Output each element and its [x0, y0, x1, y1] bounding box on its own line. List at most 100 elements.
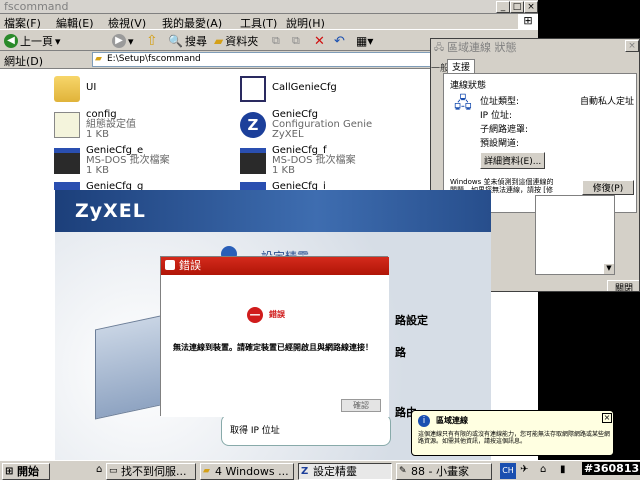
error-titlebar[interactable]: 錯誤: [161, 257, 389, 275]
folder-icon: ▰: [203, 466, 210, 476]
file-name: UI: [86, 82, 97, 93]
file-item[interactable]: Z GenieCfg Configuration Genie ZyXEL: [240, 110, 430, 142]
views-icon[interactable]: ▦▾: [356, 33, 373, 49]
details-button[interactable]: 詳細資料(E)...: [480, 152, 546, 169]
settings-file-icon: [54, 112, 80, 138]
file-item[interactable]: GenieCfg_e MS-DOS 批次檔案 1 KB: [54, 146, 224, 178]
menu-tools[interactable]: 工具(T): [240, 15, 277, 31]
zyxel-z-icon: Z: [240, 112, 266, 138]
ok-button[interactable]: 確認: [341, 399, 381, 412]
explorer-titlebar[interactable]: fscommand _ □ ×: [0, 0, 538, 14]
file-item[interactable]: CallGenieCfg: [240, 76, 430, 104]
batch-file-icon: [54, 182, 80, 190]
taskbar-item[interactable]: ▭ 找不到伺服...: [106, 463, 196, 480]
close-icon[interactable]: ×: [602, 413, 612, 423]
search-button[interactable]: 🔍 搜尋: [168, 33, 207, 49]
error-title: 錯誤: [179, 259, 201, 272]
address-value: E:\Setup\fscommand: [107, 54, 201, 64]
subnet-mask-label: 子網路遮罩:: [480, 125, 529, 135]
search-label: 搜尋: [184, 35, 207, 48]
menu-edit[interactable]: 編輯(E): [56, 15, 94, 31]
window-title: 區域連線 狀態: [447, 41, 517, 54]
menu-view[interactable]: 檢視(V): [108, 15, 146, 31]
taskbar-item-label: 88 - 小畫家: [411, 465, 469, 478]
error-icon: —: [247, 307, 263, 323]
tab-support[interactable]: 支援: [447, 59, 476, 73]
close-button[interactable]: ×: [625, 40, 639, 52]
tray-icon[interactable]: ✈: [520, 464, 528, 475]
folder-icon: ▰: [214, 34, 224, 48]
router-device-icon: [95, 314, 165, 420]
default-gateway-label: 預設閘道:: [480, 139, 520, 149]
network-titlebar[interactable]: 🖧 區域連線 狀態 ×: [431, 39, 639, 54]
search-icon: 🔍: [168, 34, 183, 48]
error-heading: 錯誤: [269, 310, 285, 319]
balloon-title: 區域連線: [436, 416, 468, 425]
menu-bar: 檔案(F) 編輯(E) 檢視(V) 我的最愛(A) 工具(T) 說明(H) ⊞: [0, 14, 538, 30]
quick-launch-icon[interactable]: ⌂: [96, 464, 102, 475]
delete-icon[interactable]: ✕: [314, 33, 325, 49]
ip-label: 取得 IP 位址: [230, 426, 280, 436]
network-icon: 🖧: [434, 43, 445, 53]
address-label: 網址(D): [4, 55, 44, 68]
balloon-text: 這個連線只有有限的或沒有連線能力，您可能無法存取網際網路或某些網路資源。如需其他…: [418, 431, 611, 445]
folders-button[interactable]: ▰ 資料夾: [214, 33, 258, 49]
file-item[interactable]: config 組態設定值 1 KB: [54, 110, 224, 142]
dialog-icon: [165, 260, 175, 270]
language-indicator[interactable]: CH: [500, 463, 516, 479]
paint-icon: ✎: [399, 466, 407, 476]
wizard-progress-panel: 取得 IP 位址: [221, 414, 391, 446]
details-list: ▼: [535, 195, 615, 275]
batch-file-icon: [54, 148, 80, 174]
group-label: 連線狀態: [450, 81, 487, 91]
tray-icon[interactable]: ▮: [560, 464, 566, 475]
back-arrow-icon: ◀: [4, 34, 18, 48]
taskbar-item-label: 找不到伺服...: [121, 465, 187, 478]
taskbar-item-label: 4 Windows ...: [215, 465, 289, 478]
back-button[interactable]: ◀ 上一頁 ▾: [4, 33, 61, 49]
ip-address-label: IP 位址:: [480, 111, 512, 121]
minimize-button[interactable]: _: [496, 1, 510, 13]
maximize-button[interactable]: □: [510, 1, 524, 13]
taskbar-item[interactable]: Z 設定精靈: [298, 463, 392, 480]
menu-help[interactable]: 說明(H): [286, 15, 325, 31]
copy-to-icon[interactable]: ⧉: [292, 33, 300, 49]
file-item[interactable]: UI: [54, 76, 224, 104]
batch-file-icon: [240, 182, 266, 190]
menu-file[interactable]: 檔案(F): [4, 15, 41, 31]
file-item[interactable]: GenieCfg_f MS-DOS 批次檔案 1 KB: [240, 146, 430, 178]
info-icon: i: [418, 415, 430, 427]
wizard-step-1: 路設定: [395, 314, 428, 327]
forward-arrow-icon: ▶: [112, 34, 126, 48]
tray-icon[interactable]: ⌂: [540, 464, 546, 475]
start-label: 開始: [17, 465, 39, 478]
close-dialog-button[interactable]: 關閉: [607, 280, 639, 291]
notification-balloon[interactable]: i 區域連線 × 這個連線只有有限的或沒有連線能力，您可能無法存取網際網路或某些…: [411, 410, 614, 456]
batch-file-icon: [240, 148, 266, 174]
folder-icon: [54, 76, 80, 102]
file-size: 1 KB: [86, 165, 109, 176]
zyxel-z-icon: Z: [301, 466, 309, 477]
address-type-label: 位址類型:: [480, 97, 520, 107]
error-dialog: 錯誤 — 錯誤 無法連線到裝置。請確定裝置已經開啟且與網路線連接！ 確認: [160, 256, 389, 417]
folders-label: 資料夾: [225, 35, 259, 48]
taskbar-item[interactable]: ▰ 4 Windows ...: [200, 463, 294, 480]
wizard-header: ZyXEL: [55, 190, 491, 232]
folder-icon: ▰: [95, 54, 102, 64]
menu-favorites[interactable]: 我的最愛(A): [162, 15, 222, 31]
close-button[interactable]: ×: [524, 1, 538, 13]
repair-button[interactable]: 修復(P): [582, 180, 634, 195]
address-type-value: 自動私人定址: [580, 97, 635, 107]
scroll-down-icon[interactable]: ▼: [604, 264, 614, 274]
up-folder-icon[interactable]: ⇧: [146, 33, 158, 49]
forward-button[interactable]: ▶ ▾: [112, 33, 134, 49]
network-computer-icon: 🖧: [454, 93, 472, 112]
move-to-icon[interactable]: ⧉: [272, 33, 280, 49]
error-body: — 錯誤 無法連線到裝置。請確定裝置已經開啟且與網路線連接！ 確認: [161, 275, 389, 417]
windows-logo-icon: ⊞: [518, 14, 538, 29]
file-name: CallGenieCfg: [272, 82, 337, 93]
undo-icon[interactable]: ↶: [334, 33, 345, 49]
taskbar-item-label: 設定精靈: [313, 465, 357, 478]
taskbar-item[interactable]: ✎ 88 - 小畫家: [396, 463, 492, 480]
start-button[interactable]: ⊞ 開始: [2, 463, 50, 480]
